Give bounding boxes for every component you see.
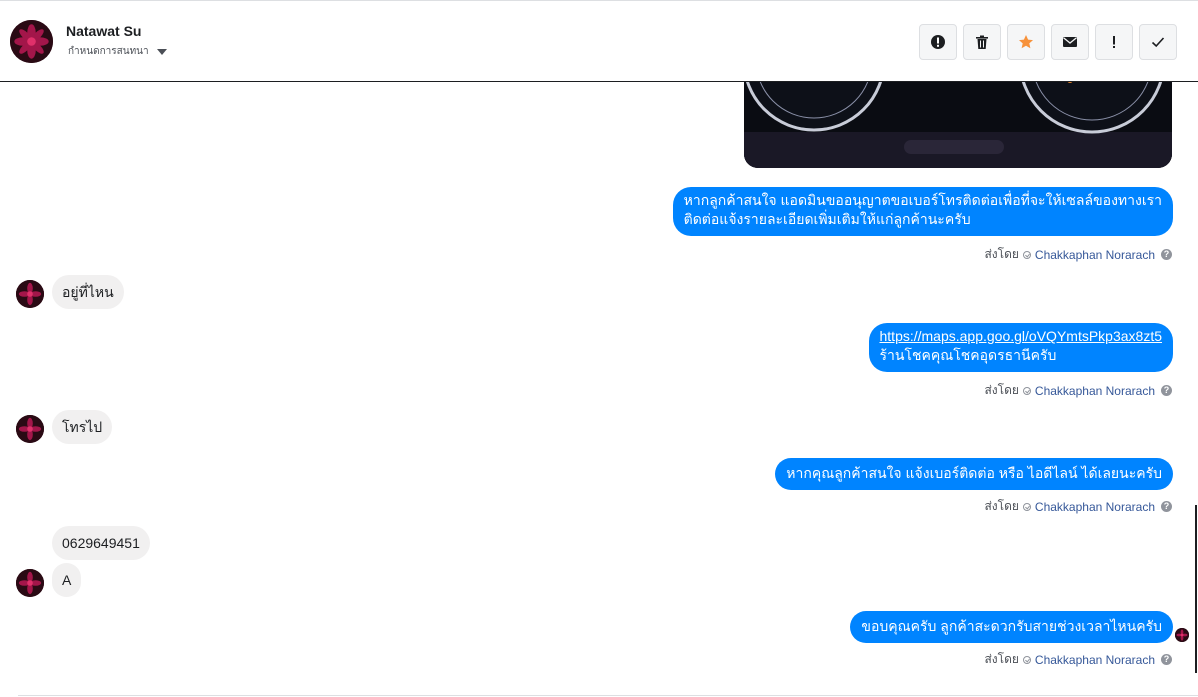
- incoming-message[interactable]: อยู่ที่ไหน: [52, 275, 124, 309]
- envelope-icon: [1063, 37, 1077, 47]
- message-text: หากคุณลูกค้าสนใจ แจ้งเบอร์ติดต่อ หรือ ไอ…: [786, 465, 1162, 481]
- incoming-message[interactable]: 0629649451: [52, 526, 150, 560]
- flower-avatar-image: [16, 415, 44, 443]
- caret-down-icon: [156, 48, 167, 55]
- delete-button[interactable]: [963, 24, 1001, 60]
- report-button[interactable]: [919, 24, 957, 60]
- check-circle-icon: [1022, 250, 1031, 259]
- agent-name[interactable]: Chakkaphan Norarach: [1035, 500, 1155, 514]
- message-text: ร้านโชคคุณโชคอุดรธานีครับ: [879, 347, 1057, 363]
- mark-unread-button[interactable]: [1051, 24, 1089, 60]
- agent-name[interactable]: Chakkaphan Norarach: [1035, 248, 1155, 262]
- flower-avatar-image: [16, 280, 44, 308]
- message-text: หากลูกค้าสนใจ แอดมินขออนุญาตขอเบอร์โทรติ…: [683, 192, 1162, 208]
- exclamation-icon: [1113, 36, 1115, 48]
- sent-by-prefix: ส่งโดย: [984, 247, 1019, 261]
- thread-scrollbar[interactable]: [1195, 505, 1197, 673]
- help-icon[interactable]: ?: [1161, 249, 1172, 260]
- maps-link[interactable]: https://maps.app.goo.gl/oVQYmtsPkp3ax8zt…: [880, 327, 1163, 346]
- help-icon[interactable]: ?: [1161, 654, 1172, 665]
- sent-by-label: ส่งโดย Chakkaphan Norarach ?: [984, 650, 1172, 669]
- star-icon: [1019, 35, 1033, 49]
- outgoing-message[interactable]: หากคุณลูกค้าสนใจ แจ้งเบอร์ติดต่อ หรือ ไอ…: [775, 458, 1173, 490]
- agent-name[interactable]: Chakkaphan Norarach: [1035, 653, 1155, 667]
- checkmark-icon: [1151, 37, 1165, 48]
- message-text: ติดต่อแจ้งรายละเอียดเพิ่มเติมให้แก่ลูกค้…: [683, 211, 971, 227]
- flower-avatar-image: [10, 20, 53, 63]
- composer-divider: [18, 695, 1198, 696]
- sent-by-prefix: ส่งโดย: [984, 499, 1019, 513]
- outgoing-message[interactable]: หากลูกค้าสนใจ แอดมินขออนุญาตขอเบอร์โทรติ…: [672, 187, 1173, 236]
- mark-done-button[interactable]: [1139, 24, 1177, 60]
- manage-conversation-label: กำหนดการสนทนา: [68, 46, 149, 57]
- sent-by-label: ส่งโดย Chakkaphan Norarach ?: [984, 497, 1172, 516]
- message-thread[interactable]: หากลูกค้าสนใจ แอดมินขออนุญาตขอเบอร์โทรติ…: [0, 82, 1198, 695]
- manage-conversation-dropdown[interactable]: กำหนดการสนทนา: [68, 44, 167, 59]
- check-circle-icon: [1022, 386, 1031, 395]
- flower-avatar-image: [16, 569, 44, 597]
- mark-spam-button[interactable]: [1095, 24, 1133, 60]
- incoming-message[interactable]: โทรไป: [52, 410, 113, 444]
- seen-indicator-avatar: [1175, 628, 1189, 642]
- conversation-header: Natawat Su กำหนดการสนทนา: [0, 0, 1198, 82]
- outgoing-message[interactable]: https://maps.app.goo.gl/oVQYmtsPkp3ax8zt…: [868, 323, 1173, 372]
- star-button[interactable]: [1007, 24, 1045, 60]
- contact-name[interactable]: Natawat Su: [66, 23, 141, 39]
- help-icon[interactable]: ?: [1161, 385, 1172, 396]
- agent-name[interactable]: Chakkaphan Norarach: [1035, 384, 1155, 398]
- contact-avatar[interactable]: [10, 20, 53, 63]
- flower-avatar-image: [1175, 628, 1189, 642]
- sent-by-prefix: ส่งโดย: [984, 383, 1019, 397]
- dashboard-photo-attachment[interactable]: [744, 82, 1172, 168]
- sent-by-label: ส่งโดย Chakkaphan Norarach ?: [984, 245, 1172, 264]
- contact-avatar[interactable]: [16, 415, 44, 443]
- sent-by-label: ส่งโดย Chakkaphan Norarach ?: [984, 381, 1172, 400]
- alert-circle-icon: [931, 35, 945, 49]
- sent-by-prefix: ส่งโดย: [984, 652, 1019, 666]
- help-icon[interactable]: ?: [1161, 501, 1172, 512]
- conversation-toolbar: [919, 24, 1177, 60]
- outgoing-message[interactable]: ขอบคุณครับ ลูกค้าสะดวกรับสายช่วงเวลาไหนค…: [850, 611, 1173, 643]
- car-dashboard-image: [744, 82, 1172, 168]
- contact-avatar[interactable]: [16, 569, 44, 597]
- check-circle-icon: [1022, 502, 1031, 511]
- contact-avatar[interactable]: [16, 280, 44, 308]
- trash-icon: [976, 35, 988, 49]
- incoming-message[interactable]: A: [52, 563, 82, 597]
- message-text: ขอบคุณครับ ลูกค้าสะดวกรับสายช่วงเวลาไหนค…: [861, 618, 1162, 634]
- check-circle-icon: [1022, 655, 1031, 664]
